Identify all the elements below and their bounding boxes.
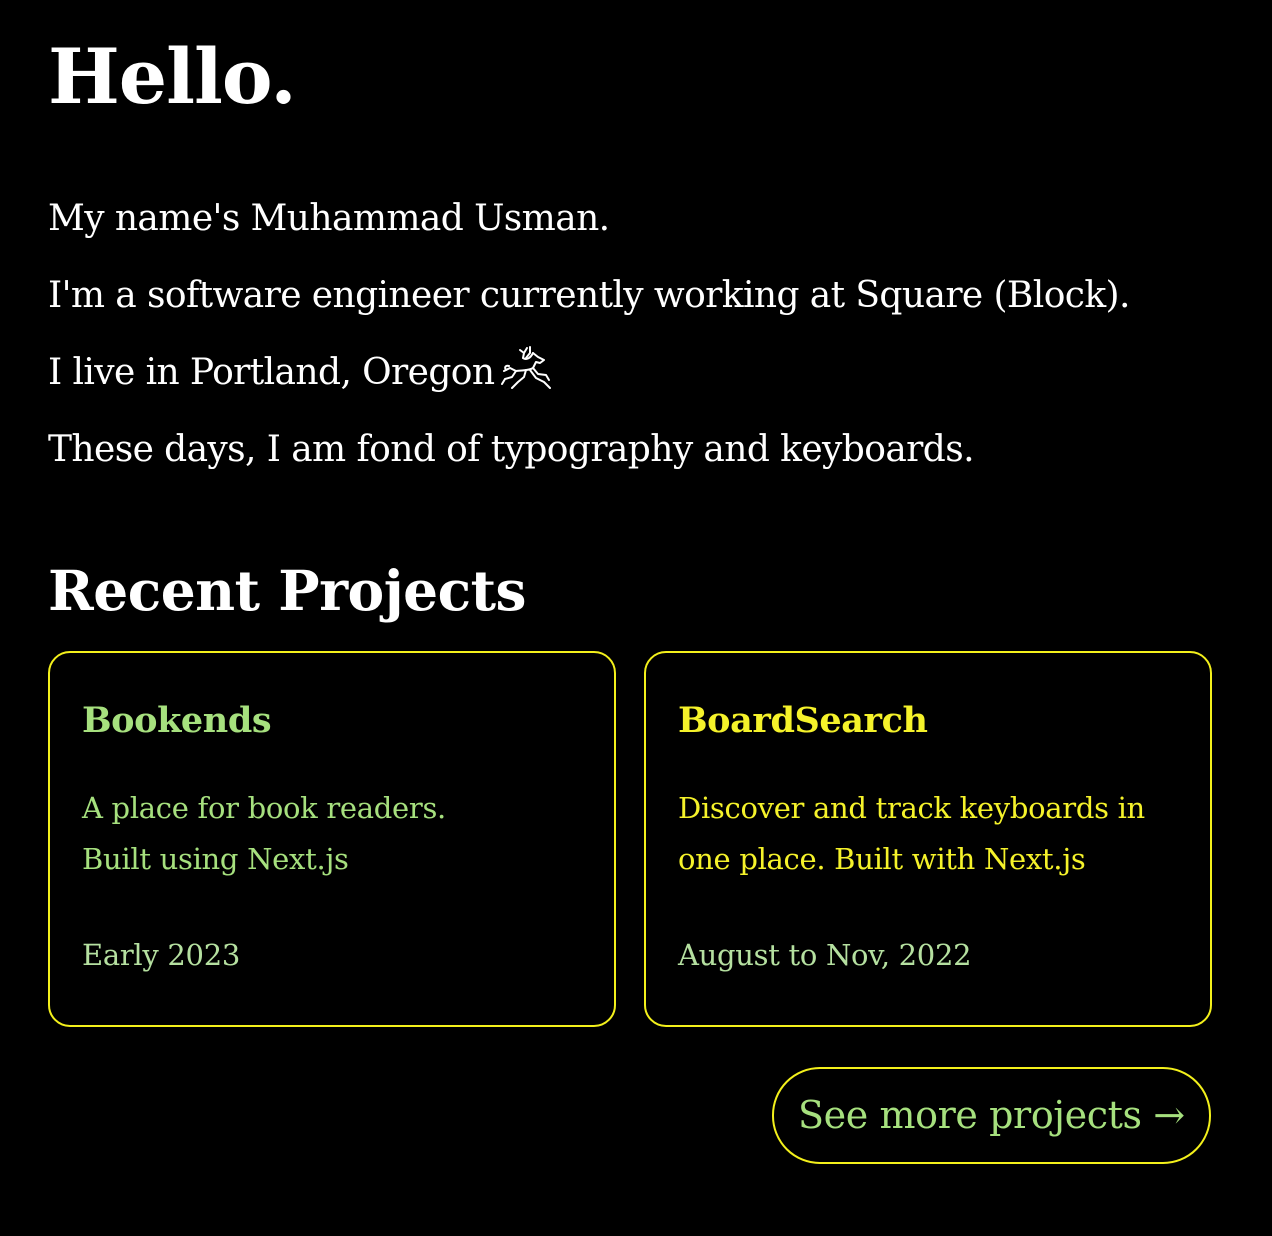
intro-interests: These days, I am fond of typography and … (48, 429, 975, 470)
greeting-heading: Hello. (48, 32, 297, 121)
intro-location-text: I live in Portland, Oregon (48, 352, 495, 393)
project-description: A place for book readers. Built using Ne… (82, 783, 582, 885)
project-card-bookends[interactable]: Bookends A place for book readers. Built… (48, 651, 616, 1027)
project-card-boardsearch[interactable]: BoardSearch Discover and track keyboards… (644, 651, 1212, 1027)
project-description-line: one place. Built with Next.js (678, 842, 1086, 876)
project-title[interactable]: Bookends (82, 699, 582, 743)
intro-section: My name's Muhammad Usman. I'm a software… (48, 180, 1212, 488)
recent-projects-heading: Recent Projects (48, 558, 527, 623)
project-description: Discover and track keyboards in one plac… (678, 783, 1178, 885)
intro-name: My name's Muhammad Usman. (48, 198, 610, 239)
deer-icon (500, 344, 552, 394)
intro-job: I'm a software engineer currently workin… (48, 275, 1130, 316)
intro-location: I live in Portland, Oregon (48, 334, 1212, 411)
see-more-projects-button[interactable]: See more projects → (772, 1067, 1211, 1164)
project-title[interactable]: BoardSearch (678, 699, 1178, 743)
project-date: Early 2023 (82, 938, 241, 972)
project-description-line: Discover and track keyboards in (678, 791, 1145, 825)
project-date: August to Nov, 2022 (678, 938, 972, 972)
project-description-line: A place for book readers. (82, 791, 446, 825)
project-cards: Bookends A place for book readers. Built… (48, 651, 1212, 1027)
project-description-line: Built using Next.js (82, 842, 349, 876)
